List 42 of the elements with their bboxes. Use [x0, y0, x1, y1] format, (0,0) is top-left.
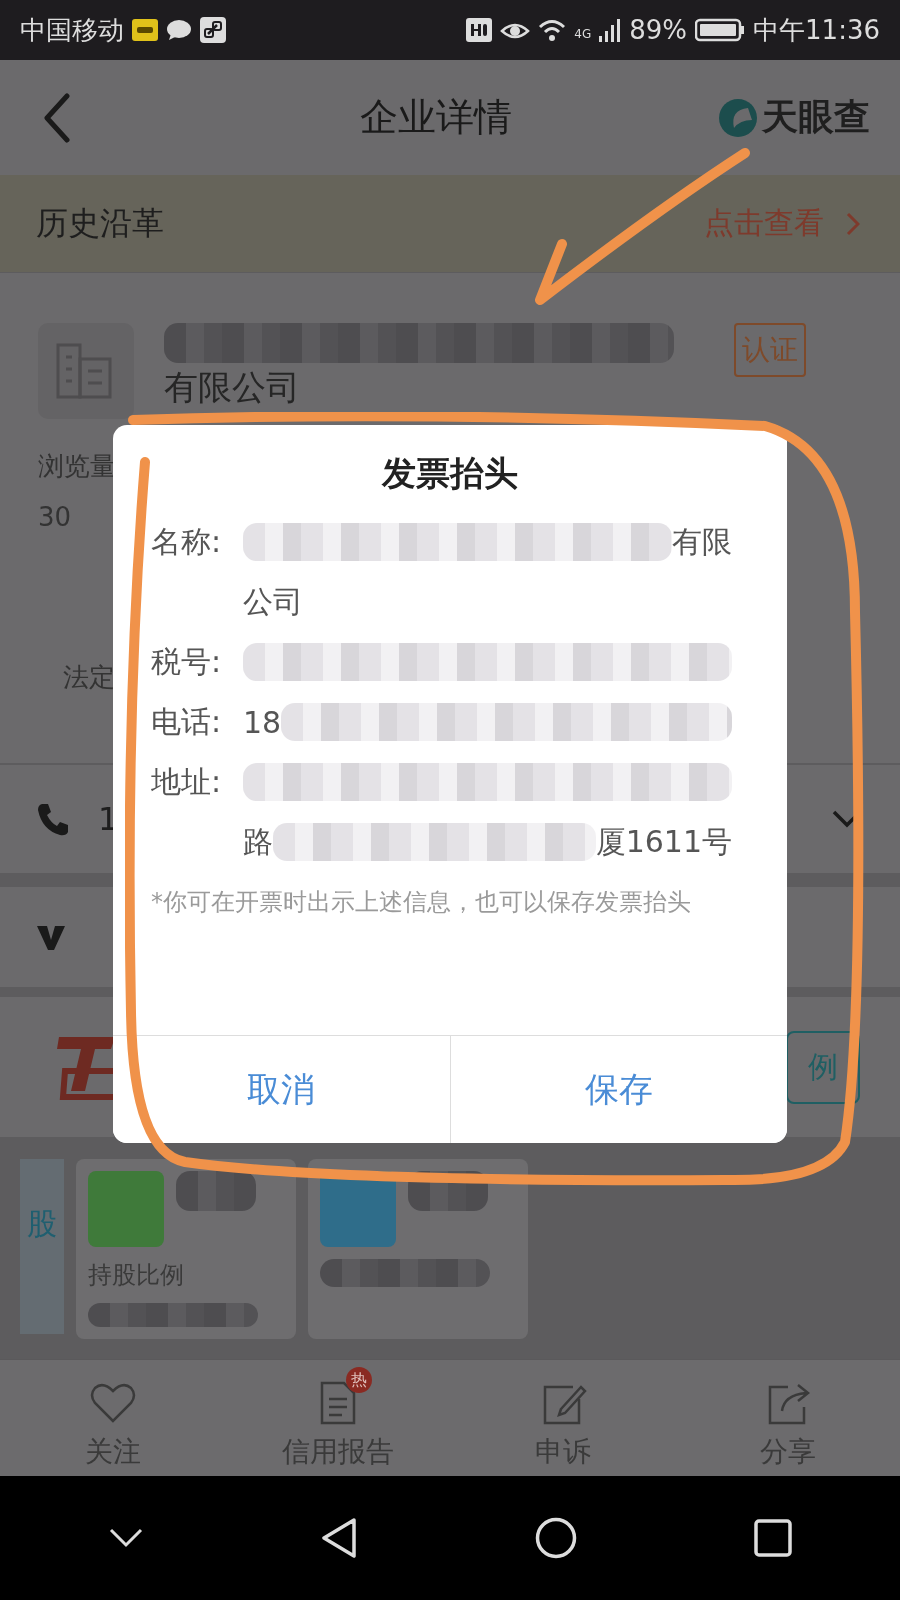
legal-rep-label: 法定 — [63, 661, 115, 694]
car-app-icon — [132, 19, 158, 41]
battery-percent: 89% — [629, 15, 688, 45]
hot-badge: 热 — [345, 1367, 372, 1393]
wifi-icon — [538, 18, 567, 42]
shareholder-tab[interactable]: 股 — [20, 1159, 64, 1334]
shareholder-card[interactable] — [308, 1159, 528, 1339]
field-value: 路 — [243, 822, 273, 861]
field-label: 电话: — [151, 703, 223, 741]
section-label: 历史沿革 — [36, 202, 164, 244]
views-count: 30 — [38, 502, 72, 532]
network-label: 4G — [574, 26, 592, 41]
certified-badge: 认证 — [734, 323, 806, 377]
field-value: 公司 — [243, 582, 303, 621]
clock-time: 中午11:36 — [753, 13, 880, 47]
eye-logo-icon — [718, 97, 758, 138]
signal-icon — [599, 18, 622, 42]
dialog-button[interactable]: 保存 — [449, 1036, 787, 1143]
field-label: 名称: — [151, 523, 223, 561]
avatar-icon — [88, 1171, 164, 1247]
page-title: 企业详情 — [359, 94, 513, 141]
field-value: 有限 — [672, 522, 732, 561]
recents-square-icon[interactable] — [753, 1519, 792, 1557]
field-value: 厦1611号 — [595, 822, 732, 861]
battery-icon — [695, 18, 746, 42]
home-circle-icon[interactable] — [534, 1517, 577, 1559]
company-name: 有限公司 — [164, 366, 301, 409]
chat-icon — [166, 19, 192, 41]
field-value: 18 — [243, 704, 282, 740]
hd-icon — [466, 18, 493, 42]
logo-text: 天眼查 — [762, 95, 870, 139]
dialog-title: 发票抬头 — [380, 452, 519, 495]
building-icon — [38, 323, 134, 419]
views-label: 浏览量 — [38, 450, 116, 483]
chevron-right-icon — [846, 211, 860, 236]
field-label: 地址: — [151, 763, 223, 801]
carrier-name: 中国移动 — [20, 13, 124, 47]
phone-icon — [36, 802, 68, 836]
link-icon — [200, 17, 226, 43]
hint-text: *你可在开票时出示上述信息，也可以保存发票抬头 — [151, 887, 692, 917]
back-triangle-icon[interactable] — [319, 1517, 358, 1559]
field-label: 税号: — [151, 643, 223, 681]
